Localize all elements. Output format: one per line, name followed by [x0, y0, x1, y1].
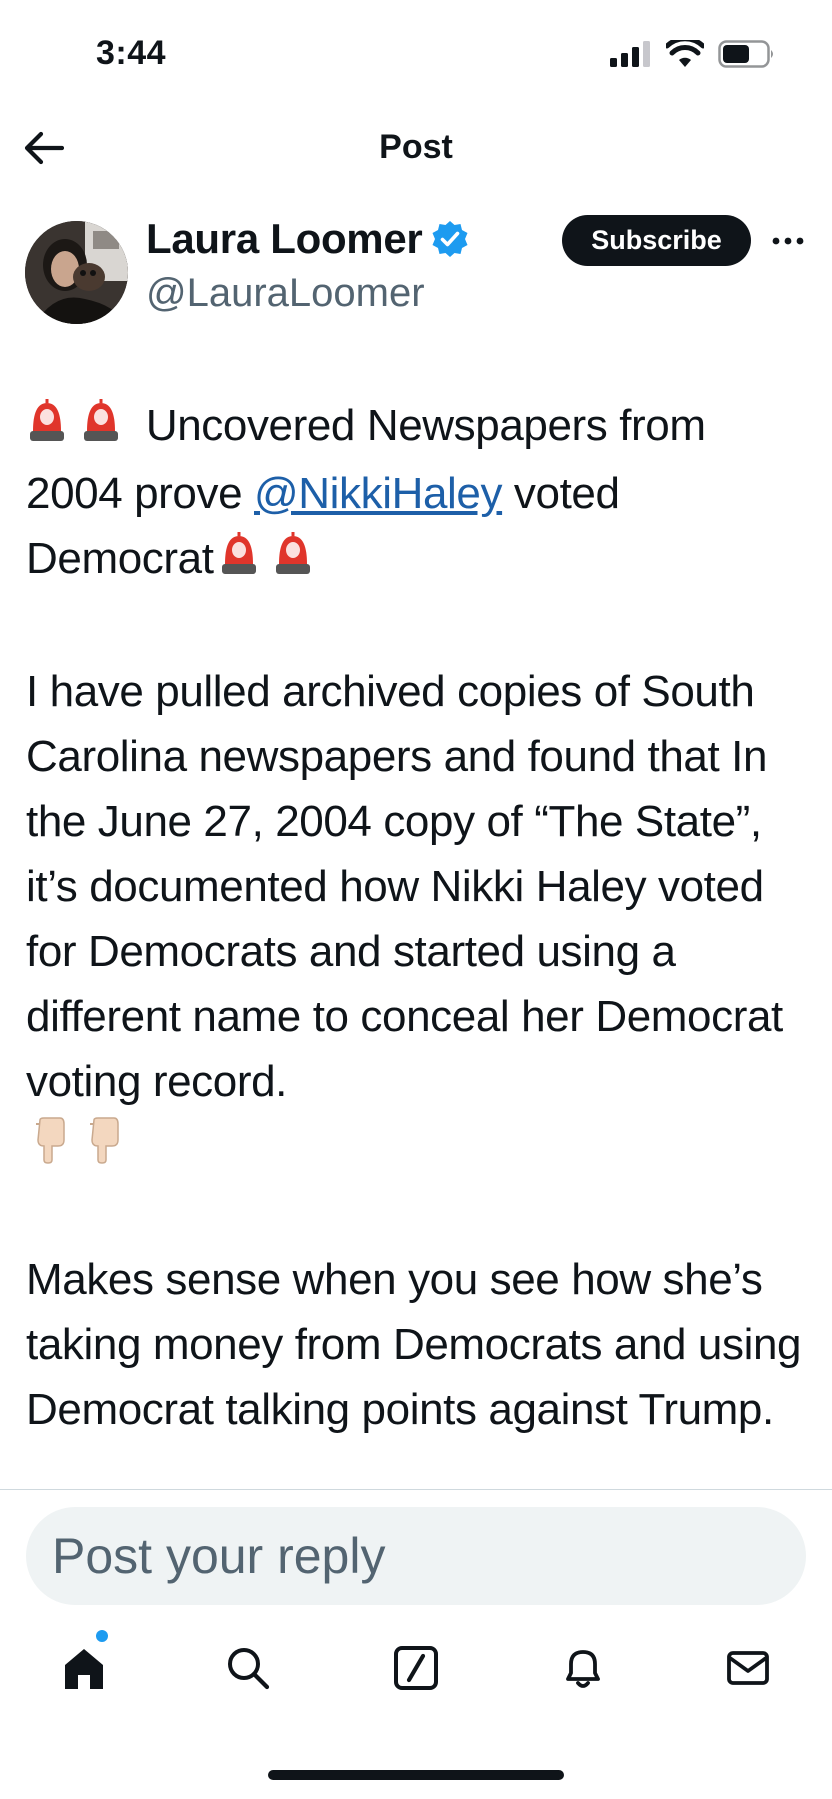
verified-badge-icon — [432, 221, 468, 257]
divider — [0, 1489, 832, 1490]
status-time: 3:44 — [96, 34, 167, 72]
wifi-icon — [666, 40, 704, 67]
status-icons — [610, 40, 776, 68]
avatar[interactable] — [25, 221, 128, 324]
siren-emoji-icon — [272, 529, 314, 594]
pointing-down-emoji-icon — [80, 1116, 122, 1182]
pointing-down-emoji-icon — [26, 1116, 68, 1182]
siren-emoji-icon — [218, 529, 260, 594]
post-headline: Uncovered Newspapers from 2004 prove @Ni… — [26, 393, 811, 594]
home-indicator[interactable] — [268, 1770, 564, 1780]
signal-icon — [610, 41, 650, 67]
notification-dot — [96, 1630, 108, 1642]
subscribe-button[interactable]: Subscribe — [562, 215, 751, 266]
siren-emoji-icon — [80, 396, 122, 461]
battery-icon — [718, 40, 773, 68]
post-text-para2: I have pulled archived copies of South C… — [26, 666, 783, 1106]
siren-emoji-icon — [26, 396, 68, 461]
more-dots-icon — [772, 237, 804, 245]
author-name[interactable]: Laura Loomer — [146, 215, 423, 263]
nav-notifications[interactable] — [553, 1638, 613, 1698]
post-text-line2-post: voted — [502, 468, 620, 518]
reply-input[interactable]: Post your reply — [26, 1507, 806, 1605]
author-name-wrap[interactable]: Laura Loomer — [146, 215, 470, 263]
search-icon — [228, 1648, 270, 1690]
bottom-nav — [0, 1628, 832, 1718]
post-text-line1: Uncovered Newspapers from — [134, 401, 706, 450]
nav-search[interactable] — [218, 1638, 278, 1698]
author-handle[interactable]: @LauraLoomer — [146, 271, 425, 316]
page-title: Post — [379, 128, 453, 166]
more-options-button[interactable] — [770, 223, 806, 259]
post-text-line3: Democrat — [26, 533, 214, 583]
post-header: Post — [0, 110, 832, 190]
post-body: Uncovered Newspapers from 2004 prove @Ni… — [26, 393, 811, 1442]
post-paragraph-3: Makes sense when you see how she’s takin… — [26, 1255, 802, 1435]
compose-icon — [394, 1646, 438, 1690]
mail-icon — [727, 1651, 769, 1685]
nav-compose[interactable] — [386, 1638, 446, 1698]
post-text-line2-pre: 2004 prove — [26, 468, 254, 518]
post-paragraph-2: I have pulled archived copies of South C… — [26, 659, 811, 1182]
bell-icon — [566, 1650, 600, 1688]
status-bar: 3:44 — [0, 0, 832, 110]
author-row: Laura Loomer @LauraLoomer Subscribe — [0, 215, 832, 330]
avatar-image — [25, 221, 128, 324]
nav-home[interactable] — [54, 1638, 114, 1698]
home-icon — [65, 1649, 103, 1689]
mention-link[interactable]: @NikkiHaley — [254, 469, 502, 518]
nav-messages[interactable] — [718, 1638, 778, 1698]
